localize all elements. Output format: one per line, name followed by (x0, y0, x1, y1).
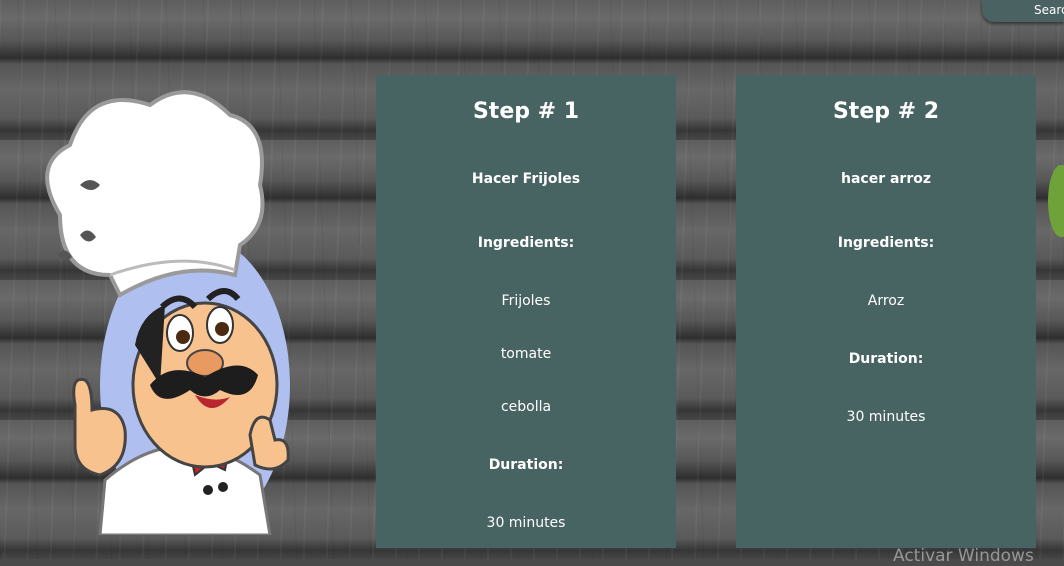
ingredient-item: cebolla (500, 399, 552, 415)
search-button[interactable]: Search (982, 0, 1064, 22)
duration-label: Duration: (848, 351, 924, 367)
ingredients-label: Ingredients: (837, 235, 935, 251)
duration-value: 30 minutes (486, 515, 566, 531)
step-title: Step # 2 (832, 99, 940, 124)
windows-activation-watermark: Activar Windows (893, 546, 1034, 566)
chef-mascot-image (45, 90, 290, 535)
step-card-2: Step # 2 hacer arroz Ingredients: Arroz … (736, 75, 1036, 548)
duration-label: Duration: (488, 457, 564, 473)
ingredient-item: tomate (500, 346, 552, 362)
step-card-1: Step # 1 Hacer Frijoles Ingredients: Fri… (376, 75, 676, 548)
ingredients-label: Ingredients: (477, 235, 575, 251)
step-title: Step # 1 (472, 99, 580, 124)
ingredient-item: Frijoles (501, 293, 551, 309)
ingredient-item: Arroz (867, 293, 905, 309)
step-name: Hacer Frijoles (471, 171, 581, 187)
duration-value: 30 minutes (846, 409, 926, 425)
step-name: hacer arroz (840, 171, 931, 187)
